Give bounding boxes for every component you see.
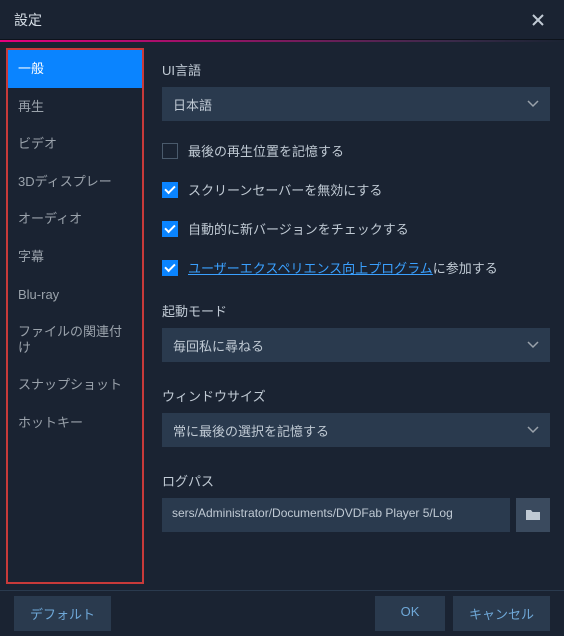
titlebar: 設定 xyxy=(0,0,564,40)
sidebar-item-snapshot[interactable]: スナップショット xyxy=(8,366,142,404)
select-value: 日本語 xyxy=(173,95,212,114)
sidebar: 一般 再生 ビデオ 3Dディスプレー オーディオ 字幕 Blu-ray ファイル… xyxy=(6,48,144,584)
log-path-section: ログパス sers/Administrator/Documents/DVDFab… xyxy=(162,471,550,532)
select-value: 毎回私に尋ねる xyxy=(173,336,264,355)
startup-mode-section: 起動モード 毎回私に尋ねる xyxy=(162,301,550,362)
sidebar-item-label: スナップショット xyxy=(18,377,122,392)
sidebar-item-label: ファイルの関連付け xyxy=(18,324,122,355)
ui-language-select[interactable]: 日本語 xyxy=(162,87,550,121)
startup-mode-label: 起動モード xyxy=(162,301,550,320)
ux-program-label: ユーザーエクスペリエンス向上プログラムに参加する xyxy=(188,258,498,277)
disable-screensaver-checkbox[interactable] xyxy=(162,182,178,198)
sidebar-item-hotkey[interactable]: ホットキー xyxy=(8,404,142,442)
window-size-section: ウィンドウサイズ 常に最後の選択を記憶する xyxy=(162,386,550,447)
auto-update-label: 自動的に新バージョンをチェックする xyxy=(188,219,409,238)
window-title: 設定 xyxy=(14,10,42,30)
sidebar-item-label: ホットキー xyxy=(18,415,83,430)
ux-program-row: ユーザーエクスペリエンス向上プログラムに参加する xyxy=(162,258,550,277)
sidebar-item-subtitle[interactable]: 字幕 xyxy=(8,238,142,276)
window-size-label: ウィンドウサイズ xyxy=(162,386,550,405)
ux-program-checkbox[interactable] xyxy=(162,260,178,276)
sidebar-item-video[interactable]: ビデオ xyxy=(8,125,142,163)
footer: デフォルト OK キャンセル xyxy=(0,590,564,636)
sidebar-item-3d-display[interactable]: 3Dディスプレー xyxy=(8,163,142,201)
log-path-input[interactable]: sers/Administrator/Documents/DVDFab Play… xyxy=(162,498,510,532)
startup-mode-select[interactable]: 毎回私に尋ねる xyxy=(162,328,550,362)
sidebar-item-general[interactable]: 一般 xyxy=(8,50,142,88)
cancel-button[interactable]: キャンセル xyxy=(453,596,550,631)
main-panel: UI言語 日本語 最後の再生位置を記憶する スクリーンセーバーを無効にする 自動… xyxy=(144,42,564,590)
log-path-label: ログパス xyxy=(162,471,550,490)
folder-icon xyxy=(525,508,541,522)
auto-update-checkbox[interactable] xyxy=(162,221,178,237)
default-button[interactable]: デフォルト xyxy=(14,596,111,631)
select-value: 常に最後の選択を記憶する xyxy=(173,421,329,440)
chevron-down-icon xyxy=(527,100,539,108)
sidebar-item-playback[interactable]: 再生 xyxy=(8,88,142,126)
remember-position-row: 最後の再生位置を記憶する xyxy=(162,141,550,160)
remember-position-checkbox[interactable] xyxy=(162,143,178,159)
chevron-down-icon xyxy=(527,426,539,434)
ok-button[interactable]: OK xyxy=(375,596,445,631)
sidebar-item-label: 3Dディスプレー xyxy=(18,174,112,189)
ux-program-link[interactable]: ユーザーエクスペリエンス向上プログラム xyxy=(188,261,433,276)
ux-program-suffix: に参加する xyxy=(433,261,498,276)
body-area: 一般 再生 ビデオ 3Dディスプレー オーディオ 字幕 Blu-ray ファイル… xyxy=(0,42,564,590)
remember-position-label: 最後の再生位置を記憶する xyxy=(188,141,344,160)
disable-screensaver-row: スクリーンセーバーを無効にする xyxy=(162,180,550,199)
sidebar-item-label: 再生 xyxy=(18,99,44,114)
sidebar-item-label: ビデオ xyxy=(18,136,57,151)
sidebar-item-label: Blu-ray xyxy=(18,287,59,302)
auto-update-row: 自動的に新バージョンをチェックする xyxy=(162,219,550,238)
sidebar-item-bluray[interactable]: Blu-ray xyxy=(8,276,142,314)
log-path-row: sers/Administrator/Documents/DVDFab Play… xyxy=(162,498,550,532)
window-size-select[interactable]: 常に最後の選択を記憶する xyxy=(162,413,550,447)
disable-screensaver-label: スクリーンセーバーを無効にする xyxy=(188,180,382,199)
footer-right: OK キャンセル xyxy=(375,596,550,631)
sidebar-item-label: 一般 xyxy=(18,61,44,76)
ui-language-label: UI言語 xyxy=(162,60,550,79)
chevron-down-icon xyxy=(527,341,539,349)
browse-folder-button[interactable] xyxy=(516,498,550,532)
sidebar-item-label: オーディオ xyxy=(18,211,82,226)
close-icon[interactable] xyxy=(526,10,550,30)
sidebar-item-file-assoc[interactable]: ファイルの関連付け xyxy=(8,313,142,366)
sidebar-item-audio[interactable]: オーディオ xyxy=(8,200,142,238)
sidebar-item-label: 字幕 xyxy=(18,249,44,264)
